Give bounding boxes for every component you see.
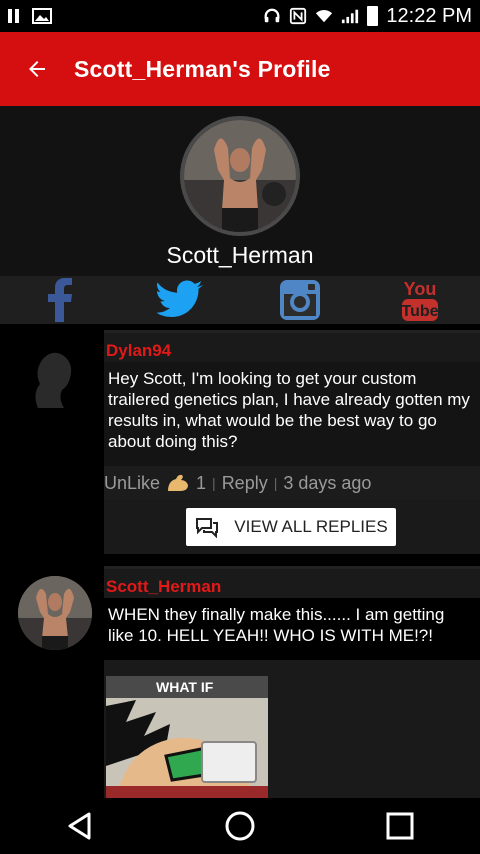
meme-caption: WHAT IF <box>156 679 214 695</box>
meta-separator: | <box>212 475 216 491</box>
view-all-replies-button[interactable]: VIEW ALL REPLIES <box>186 508 396 546</box>
nav-home-button[interactable] <box>210 802 270 850</box>
profile-name: Scott_Herman <box>166 242 314 268</box>
view-all-replies-label: VIEW ALL REPLIES <box>234 517 388 536</box>
comment-meta: UnLike 1 | Reply | 3 days ago <box>104 466 480 500</box>
youtube-icon: You Tube <box>401 279 439 321</box>
default-avatar[interactable] <box>18 342 92 416</box>
chat-bubbles-icon <box>196 518 219 538</box>
meta-separator: | <box>273 475 278 491</box>
headset-icon <box>264 8 280 23</box>
nfc-icon <box>290 7 307 25</box>
twitter-icon <box>157 280 203 317</box>
triangle-back-icon <box>68 812 91 840</box>
comment-time: 3 days ago <box>283 472 372 493</box>
reply-button[interactable]: Reply <box>222 473 268 494</box>
unlike-button[interactable]: UnLike <box>104 473 160 494</box>
youtube-link[interactable]: You Tube <box>360 276 480 324</box>
arrow-left-icon <box>29 61 45 77</box>
comment-username[interactable]: Dylan94 <box>104 330 480 362</box>
circle-home-icon <box>225 811 255 841</box>
view-replies-wrapper: VIEW ALL REPLIES <box>186 508 396 546</box>
youtube-label-top: You <box>404 279 437 299</box>
app-screen: 12:22 PM Scott_Herman's Profile Scott_He… <box>0 0 480 854</box>
comment-image[interactable]: WHAT IF <box>106 676 268 798</box>
comment-text: Hey Scott, I'm looking to get your custo… <box>104 362 480 466</box>
instagram-icon <box>280 280 320 320</box>
social-links: You Tube <box>0 276 480 324</box>
youtube-label-bottom: Tube <box>401 303 438 320</box>
status-time: 12:22 PM <box>386 4 472 27</box>
square-recents-icon <box>386 812 414 840</box>
flexed-bicep-icon <box>168 474 189 491</box>
comment-username[interactable]: Scott_Herman <box>104 566 480 598</box>
comment-card: Scott_Herman WHEN they finally make this… <box>104 566 480 798</box>
user-avatar[interactable] <box>18 576 92 650</box>
comment-text: WHEN they finally make this...... I am g… <box>104 598 480 660</box>
like-count: 1 <box>196 472 207 493</box>
profile-avatar[interactable] <box>180 116 300 236</box>
wifi-icon <box>316 10 333 23</box>
battery-icon <box>367 6 379 26</box>
nav-recents-button[interactable] <box>370 802 430 850</box>
image-icon <box>32 8 52 24</box>
app-header: Scott_Herman's Profile <box>0 32 480 106</box>
comments-feed[interactable]: Dylan94 Hey Scott, I'm looking to get yo… <box>0 324 480 798</box>
pause-icon <box>8 9 22 23</box>
signal-icon <box>342 9 359 24</box>
page-title: Scott_Herman's Profile <box>74 55 331 82</box>
nav-back-button[interactable] <box>50 802 110 850</box>
twitter-link[interactable] <box>120 276 240 324</box>
profile-area: Scott_Herman <box>0 106 480 276</box>
facebook-icon <box>48 278 72 322</box>
instagram-link[interactable] <box>240 276 360 324</box>
status-bar: 12:22 PM <box>0 0 480 32</box>
facebook-link[interactable] <box>0 276 120 324</box>
system-nav-bar <box>0 798 480 854</box>
back-button[interactable] <box>0 32 74 106</box>
